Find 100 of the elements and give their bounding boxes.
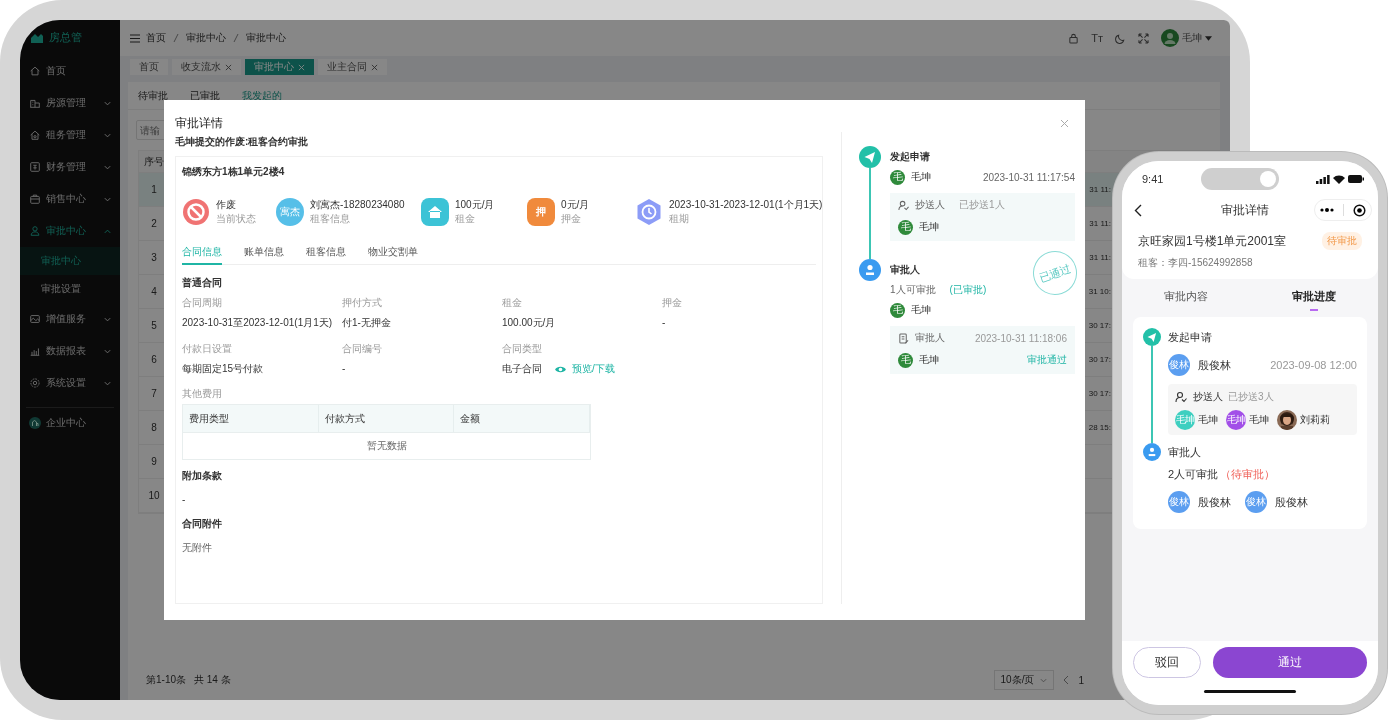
- breadcrumb-link[interactable]: 审批中心: [246, 31, 286, 45]
- sidebar-subitem[interactable]: 审批中心: [20, 247, 120, 275]
- picture-frame-icon: [29, 313, 41, 325]
- sidebar-item[interactable]: 企业中心: [26, 407, 114, 438]
- property-address: 京旺家园1号楼1单元2001室: [1138, 232, 1287, 250]
- caret-icon: [1205, 35, 1212, 41]
- table-cell: 30 17:: [1088, 355, 1111, 364]
- table-cell: 28 15:: [1088, 423, 1111, 432]
- summary-value: 100元/月: [455, 198, 495, 212]
- deposit-badge: 押: [527, 198, 555, 226]
- moon-icon: [1115, 32, 1126, 44]
- sidebar-item[interactable]: 财务管理: [20, 151, 120, 183]
- sidebar-item[interactable]: 系统设置: [20, 367, 120, 399]
- table-cell-text: 8: [150, 422, 158, 433]
- sidebar-item[interactable]: 审批中心: [20, 215, 120, 247]
- table-cell-text: 1: [150, 184, 158, 195]
- back-icon: [1134, 203, 1142, 217]
- person-name: 毛坤: [911, 303, 931, 317]
- dialog-title: 审批详情: [175, 114, 223, 132]
- preview-download-link[interactable]: 预览/下载: [572, 359, 615, 379]
- table-cell: 31 10:: [1088, 287, 1111, 296]
- tab[interactable]: 已审批: [190, 88, 220, 103]
- step-title: 审批人: [1168, 445, 1202, 460]
- tab[interactable]: 物业交割单: [368, 245, 418, 265]
- table-cell-text: 6: [150, 354, 158, 365]
- person-name: 毛坤: [919, 220, 939, 234]
- cc-count: 已抄送3人: [1228, 390, 1274, 404]
- table-cell: 31 11:: [1089, 185, 1111, 194]
- breadcrumb-link[interactable]: 审批中心: [186, 31, 226, 45]
- page-number[interactable]: 1: [1078, 674, 1084, 686]
- section-heading: 附加条款: [182, 469, 223, 483]
- sidebar-item[interactable]: 增值服务: [20, 303, 120, 335]
- page-tab[interactable]: 收支流水: [172, 59, 241, 75]
- sidebar-item[interactable]: 首页: [20, 55, 120, 87]
- font-size-button[interactable]: Tт: [1091, 32, 1103, 44]
- table-cell-text: 10: [147, 490, 161, 501]
- page-tab[interactable]: 业主合同: [318, 59, 387, 75]
- expand-icon: [1138, 32, 1149, 44]
- sidebar-item[interactable]: 数据报表: [20, 335, 120, 367]
- field-value: 100.00元/月: [502, 316, 556, 330]
- page-title: 审批详情: [1221, 201, 1269, 219]
- person-icon: [29, 225, 41, 237]
- building-badge-icon: [29, 417, 41, 429]
- person-name: 毛坤: [911, 170, 931, 184]
- battery-icon: [1348, 175, 1364, 183]
- property-address: 锦绣东方1栋1单元2楼4: [182, 165, 286, 179]
- column-header: 序号: [143, 154, 165, 169]
- table-cell-text: 4: [150, 286, 158, 297]
- approve-button[interactable]: 通过: [1213, 647, 1367, 678]
- tab[interactable]: 账单信息: [244, 245, 284, 265]
- user-avatar-icon: [1161, 29, 1179, 47]
- summary-value: 2023-10-31-2023-12-01(1个月1天): [669, 198, 823, 212]
- tab[interactable]: 租客信息: [306, 245, 346, 265]
- avatar: 俊林: [1168, 354, 1190, 376]
- timestamp: 2023-10-31 11:18:06: [974, 332, 1067, 344]
- summary-label: 租金: [455, 212, 476, 226]
- clock-icon: [635, 198, 663, 226]
- approver-count: 1人可审批: [890, 283, 936, 297]
- user-icon: [859, 259, 881, 281]
- breadcrumb-link[interactable]: 首页: [146, 31, 166, 45]
- table-cell-text: 2: [150, 218, 158, 229]
- cc-label: 抄送人: [915, 198, 945, 212]
- page-size-select[interactable]: 10条/页: [993, 670, 1055, 690]
- house-icon: [29, 129, 41, 141]
- document-icon: [898, 332, 909, 344]
- section-heading: 普通合同: [182, 276, 223, 290]
- tab[interactable]: 合同信息: [182, 245, 222, 265]
- person-name: 毛坤: [919, 353, 939, 367]
- table-cell: 30 17:: [1088, 321, 1111, 330]
- dialog-subtitle: 毛坤提交的作废:租客合约审批: [175, 135, 310, 149]
- summary-label: 租期: [669, 212, 690, 226]
- summary-value: 0元/月: [561, 198, 590, 212]
- user-name[interactable]: 毛坤: [1182, 31, 1202, 45]
- approval-result: 审批通过: [1027, 353, 1067, 367]
- field-value: 无附件: [182, 541, 213, 555]
- tab[interactable]: 审批内容: [1122, 285, 1250, 311]
- field-label: 付款日设置: [182, 342, 233, 356]
- breadcrumb-separator-icon: [232, 33, 240, 43]
- user-icon: [1143, 443, 1161, 461]
- more-icon: [1319, 208, 1334, 212]
- reject-button[interactable]: 驳回: [1133, 647, 1201, 678]
- sidebar-item[interactable]: 房源管理: [20, 87, 120, 119]
- tab[interactable]: 我发起的: [242, 88, 282, 103]
- tab[interactable]: 待审批: [138, 88, 168, 103]
- summary-label: 当前状态: [216, 212, 256, 226]
- cc-label: 抄送人: [1193, 390, 1223, 404]
- bag-icon: [29, 193, 41, 205]
- page-tab[interactable]: 审批中心: [245, 59, 314, 75]
- table-cell-text: 5: [150, 320, 158, 331]
- page-tab[interactable]: 首页: [130, 59, 168, 75]
- status-badge: 待审批: [1322, 232, 1362, 250]
- lock-icon: [1068, 32, 1080, 44]
- person-name: 殷俊林: [1198, 494, 1231, 510]
- sidebar-item[interactable]: 租务管理: [20, 119, 120, 151]
- house-logo-icon: [30, 31, 44, 44]
- sidebar-subitem[interactable]: 审批设置: [20, 275, 120, 303]
- send-icon: [1143, 328, 1161, 346]
- sidebar-item[interactable]: 销售中心: [20, 183, 120, 215]
- field-label: 押金: [662, 296, 683, 310]
- person-name: 毛坤: [1249, 413, 1269, 427]
